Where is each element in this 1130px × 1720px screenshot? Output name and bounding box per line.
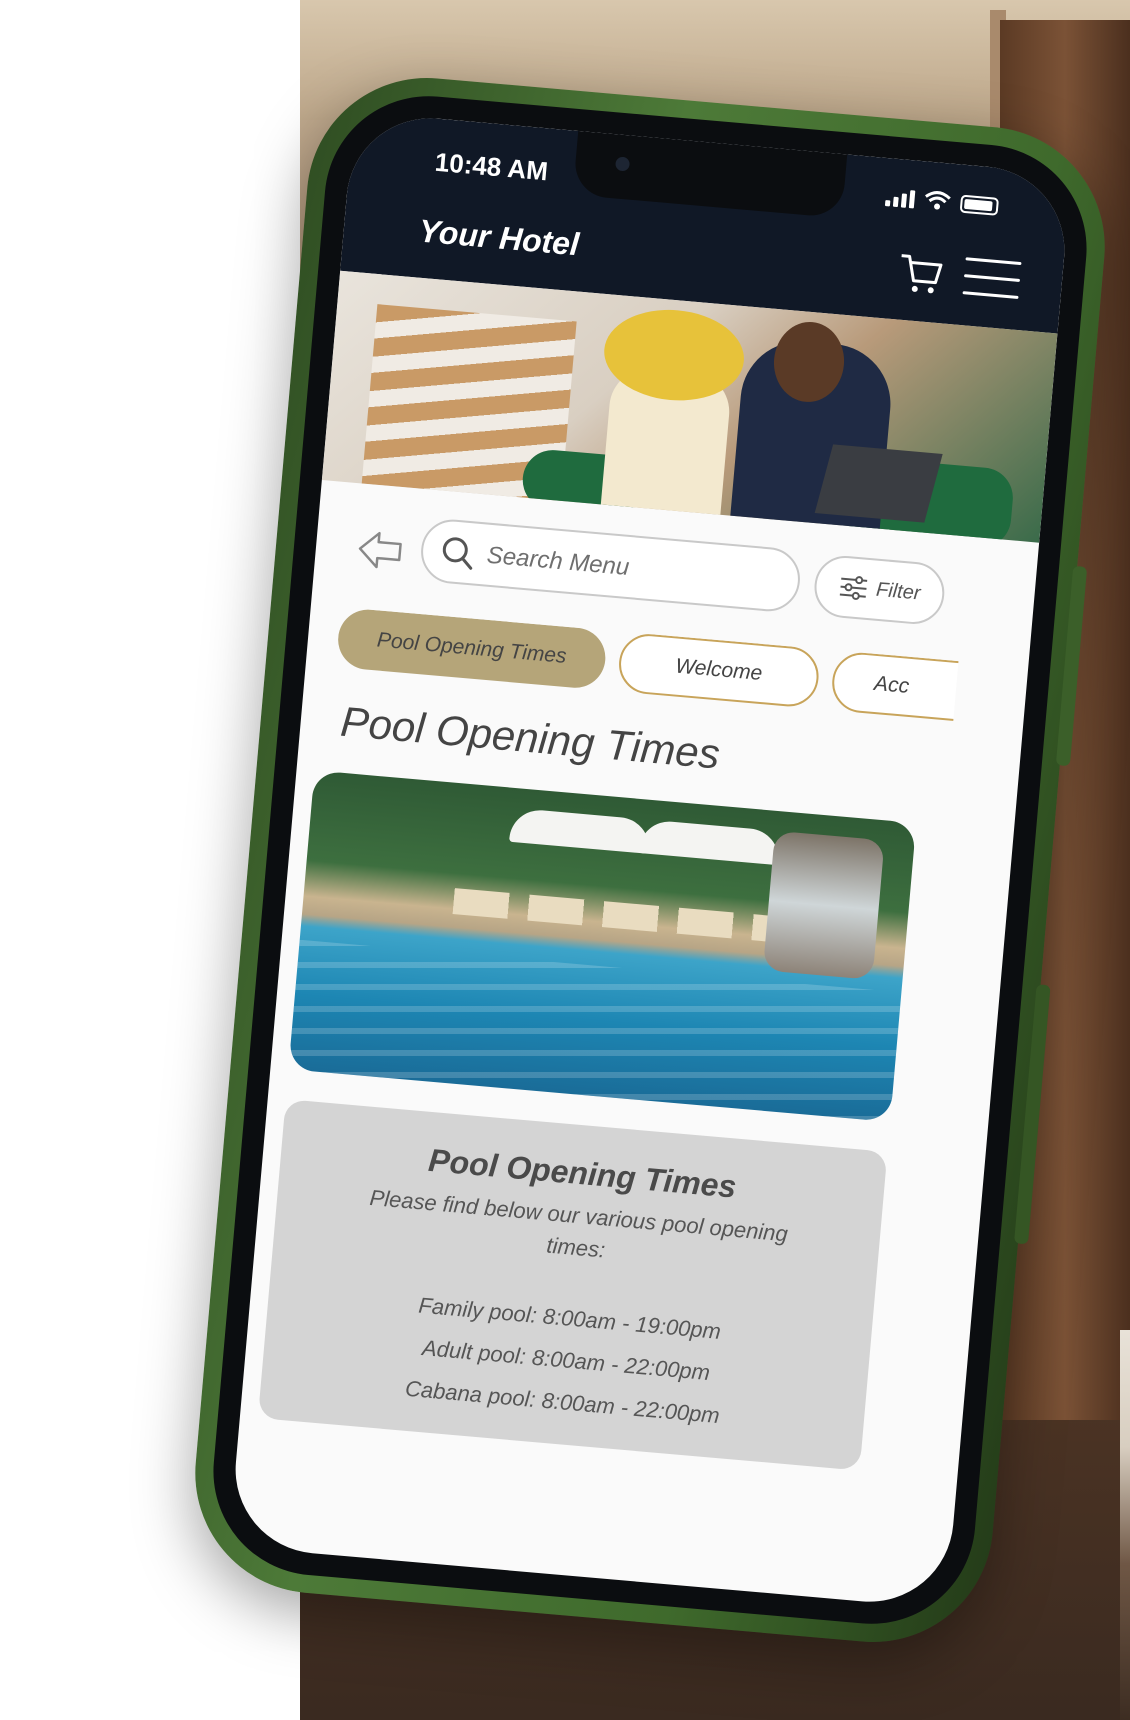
search-icon [442,537,473,570]
wifi-icon [925,191,951,210]
filter-button[interactable]: Filter [811,553,947,627]
status-icons [884,186,1000,216]
opening-times-list: Family pool: 8:00am - 19:00pm Adult pool… [260,1272,873,1450]
hamburger-menu-icon[interactable] [962,257,1022,302]
battery-icon [959,194,1000,216]
search-bar[interactable] [418,517,803,614]
phone-screen: 10:48 AM Your Hotel Search Menu Filter P… [228,111,1072,1609]
phone-mockup: 10:48 AM Your Hotel Search Menu Filter P… [185,68,1115,1652]
tab-pool-opening-times[interactable]: Pool Opening Times [335,607,608,691]
cart-icon[interactable] [894,247,946,299]
search-input[interactable] [483,540,790,597]
filter-icon [839,576,868,600]
tab-acc[interactable]: Acc [829,650,959,725]
status-time: 10:48 AM [433,146,550,187]
filter-label: Filter [875,578,922,605]
app-title: Your Hotel [417,212,581,263]
page-title: Pool Opening Times [338,697,722,778]
background-counter [1120,1330,1130,1720]
camera-icon [614,156,631,172]
info-card: Pool Opening Times Please find below our… [257,1099,888,1471]
tab-welcome[interactable]: Welcome [616,631,822,709]
back-arrow-icon[interactable] [354,523,408,577]
signal-icon [884,186,916,209]
pool-image [288,770,917,1122]
